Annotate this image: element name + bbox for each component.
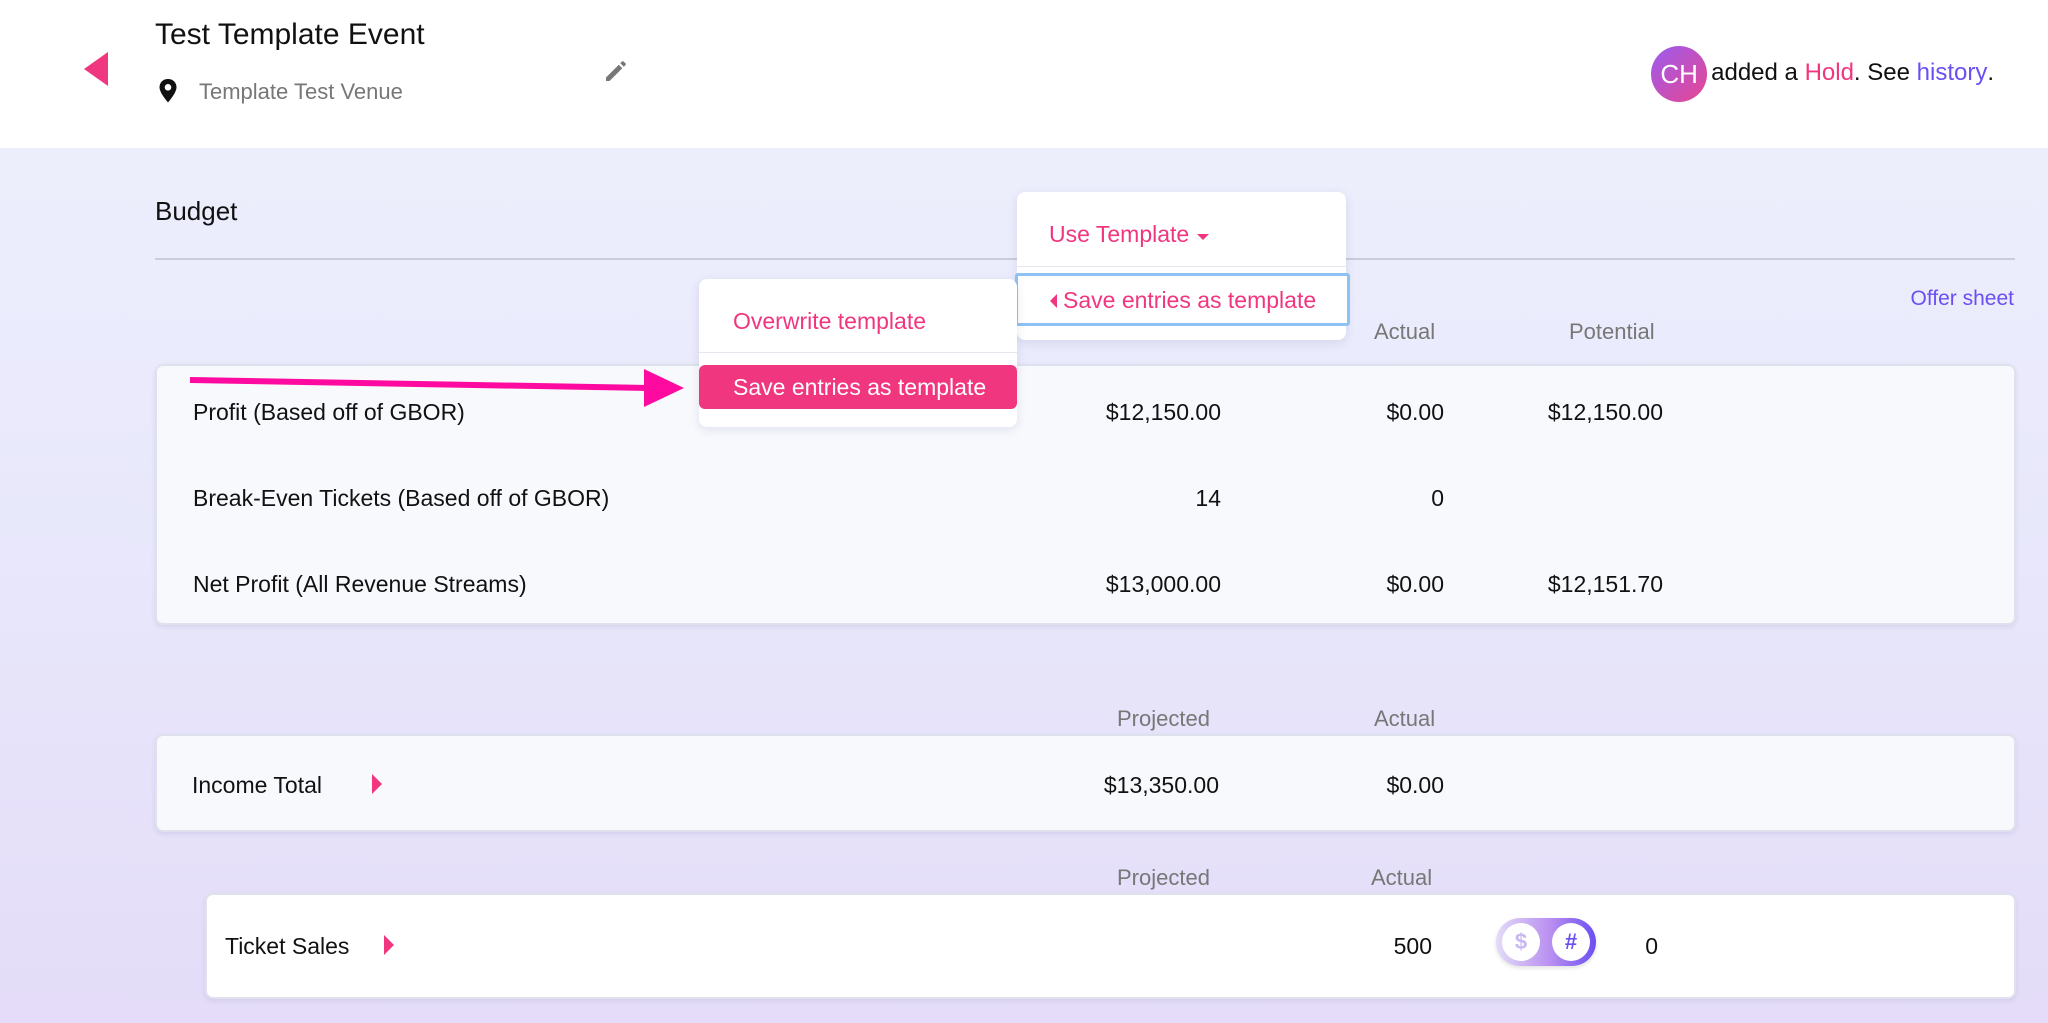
- activity-text-prefix: added a: [1711, 59, 1805, 86]
- expand-caret-icon[interactable]: [384, 935, 394, 955]
- activity-notice: CH added a Hold . See history .: [1651, 44, 1994, 102]
- income-total-projected: $13,350.00: [1103, 772, 1219, 798]
- summary-actual-header: Actual: [1374, 319, 1436, 344]
- summary-row-actual: 0: [1431, 485, 1444, 511]
- use-template-button[interactable]: Use Template: [1049, 221, 1189, 248]
- summary-row-projected: 14: [1195, 485, 1221, 511]
- activity-text-suffix: .: [1987, 59, 1994, 86]
- overwrite-template-item[interactable]: Overwrite template: [733, 308, 926, 335]
- summary-row-actual: $0.00: [1386, 571, 1444, 597]
- dollar-count-toggle[interactable]: $ #: [1496, 918, 1596, 966]
- offer-sheet-link[interactable]: Offer sheet: [1910, 287, 2014, 311]
- income-total-label: Income Total: [192, 772, 322, 798]
- hold-word: Hold: [1804, 59, 1854, 86]
- event-header: Test Template Event Template Test Venue …: [0, 0, 2048, 148]
- ticket-sales-actual: 0: [1645, 933, 1658, 959]
- summary-row-projected: $12,150.00: [1105, 399, 1221, 425]
- hash-icon[interactable]: #: [1552, 923, 1590, 961]
- avatar: CH: [1651, 46, 1708, 102]
- ticket-sales-label: Ticket Sales: [225, 933, 350, 959]
- summary-row-label: Net Profit (All Revenue Streams): [193, 571, 527, 597]
- location-pin-icon: [159, 79, 177, 103]
- budget-title: Budget: [155, 196, 238, 226]
- caret-down-icon: [1197, 234, 1209, 240]
- back-arrow-icon[interactable]: [84, 52, 108, 86]
- summary-row-actual: $0.00: [1386, 399, 1444, 425]
- income-projected-header: Projected: [1117, 706, 1210, 731]
- activity-text-middle: . See: [1853, 59, 1917, 86]
- ticket-projected-header: Projected: [1117, 865, 1210, 890]
- ticket-sales-card[interactable]: Ticket Sales 500 0: [205, 893, 2016, 999]
- summary-row-potential: $12,151.70: [1547, 571, 1663, 597]
- income-actual-header: Actual: [1374, 706, 1436, 731]
- summary-row-label: Break-Even Tickets (Based off of GBOR): [193, 485, 610, 511]
- annotation-arrow-icon: [189, 369, 684, 407]
- save-entries-as-template-button[interactable]: Save entries as template: [699, 365, 1017, 409]
- ticket-actual-header: Actual: [1371, 865, 1433, 890]
- summary-potential-header: Potential: [1569, 319, 1655, 344]
- summary-row-projected: $13,000.00: [1105, 571, 1221, 597]
- history-link[interactable]: history: [1917, 59, 1988, 87]
- income-total-card[interactable]: Income Total $13,350.00 $0.00: [155, 734, 2016, 832]
- event-title: Test Template Event: [155, 18, 425, 51]
- pencil-icon[interactable]: [603, 58, 629, 84]
- expand-caret-icon[interactable]: [372, 774, 382, 794]
- save-entries-menu-item[interactable]: Save entries as template: [1015, 273, 1350, 326]
- save-entries-label: Save entries as template: [1063, 287, 1317, 313]
- submenu-divider: [699, 352, 1017, 353]
- caret-left-icon: [1050, 294, 1057, 308]
- income-total-actual: $0.00: [1386, 772, 1444, 798]
- ticket-sales-projected: 500: [1393, 933, 1432, 959]
- dollar-icon[interactable]: $: [1502, 923, 1540, 961]
- menu-divider: [1017, 266, 1346, 267]
- venue-name: Template Test Venue: [199, 79, 403, 104]
- summary-row-potential: $12,150.00: [1547, 399, 1663, 425]
